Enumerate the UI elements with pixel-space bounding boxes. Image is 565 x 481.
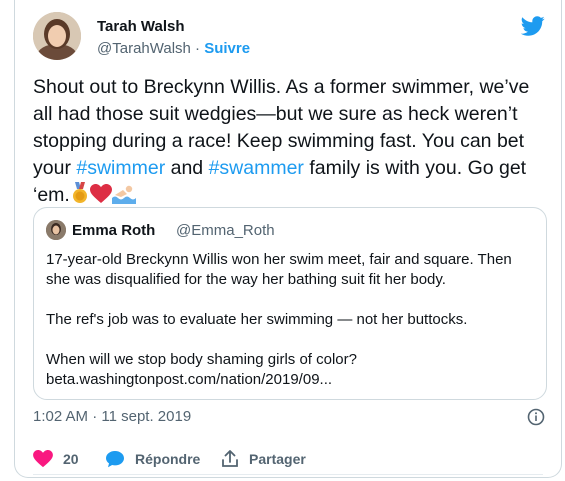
- reply-button[interactable]: Répondre: [105, 450, 200, 468]
- handle-separator: ·: [190, 40, 205, 57]
- tweet-text-part: and: [165, 157, 209, 179]
- tweet-text: Shout out to Breckynn Willis. As a forme…: [33, 74, 553, 212]
- author-handle-line: @TarahWalsh · Suivre: [97, 40, 250, 57]
- like-button[interactable]: 20: [33, 450, 79, 468]
- like-count: 20: [63, 451, 79, 467]
- reply-bubble-icon: [106, 451, 124, 468]
- quoted-paragraph: When will we stop body shaming girls of …: [46, 351, 357, 368]
- quoted-paragraph: The ref's job was to evaluate her swimmi…: [46, 311, 468, 328]
- tweet-timestamp[interactable]: 1:02 AM · 11 sept. 2019: [33, 408, 191, 425]
- quoted-author-name: Emma Roth: [72, 222, 156, 239]
- quoted-tweet-text: 17-year-old Breckynn Willis won her swim…: [46, 250, 536, 390]
- share-button[interactable]: Partager: [221, 450, 306, 468]
- reply-label: Répondre: [135, 451, 201, 467]
- author-avatar[interactable]: [33, 12, 81, 60]
- twitter-bird-icon[interactable]: [521, 14, 545, 38]
- hashtag-swimmer[interactable]: #swimmer: [76, 157, 165, 179]
- author-handle[interactable]: @TarahWalsh: [97, 40, 191, 57]
- tweet-card: Tarah Walsh @TarahWalsh · Suivre Shout o…: [14, 0, 562, 478]
- quoted-paragraph: 17-year-old Breckynn Willis won her swim…: [46, 251, 512, 288]
- follow-button[interactable]: Suivre: [204, 40, 250, 57]
- bottom-divider: [33, 474, 543, 475]
- hashtag-swammer[interactable]: #swammer: [209, 157, 304, 179]
- info-icon[interactable]: [527, 408, 545, 426]
- quoted-author-avatar: [46, 220, 66, 240]
- author-name[interactable]: Tarah Walsh: [97, 18, 185, 35]
- quoted-tweet[interactable]: Emma Roth @Emma_Roth 17-year-old Breckyn…: [33, 207, 547, 400]
- share-upload-icon: [222, 450, 238, 467]
- quoted-link[interactable]: beta.washingtonpost.com/nation/2019/09..…: [46, 370, 536, 390]
- share-label: Partager: [249, 451, 306, 467]
- quoted-author-handle: @Emma_Roth: [176, 222, 275, 239]
- heart-icon: [33, 450, 53, 468]
